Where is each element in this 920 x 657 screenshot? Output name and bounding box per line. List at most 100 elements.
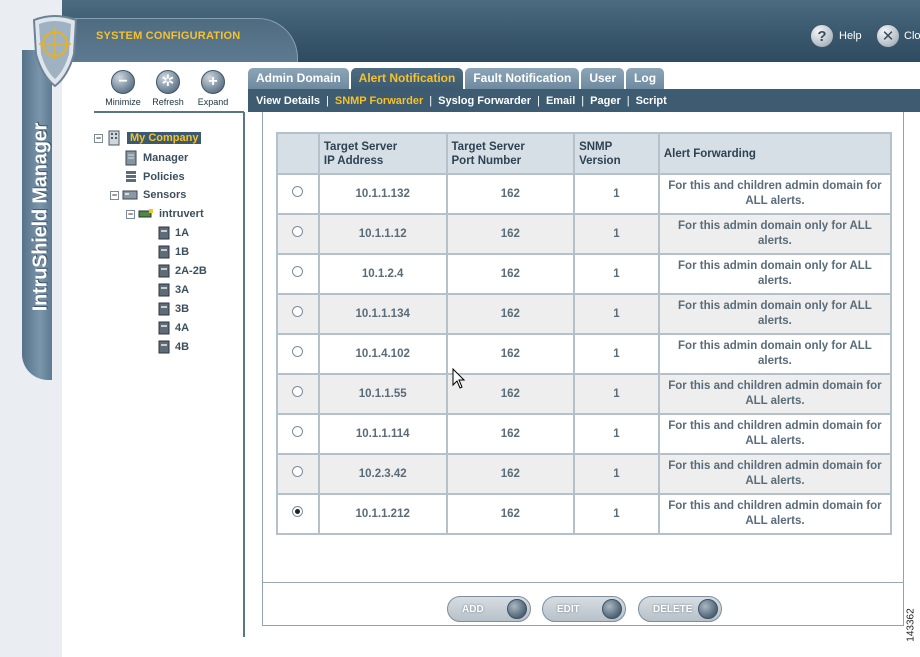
- figure-number-text: 143362: [905, 608, 917, 642]
- ip-cell: 10.1.1.55: [317, 373, 448, 415]
- port-cell: 162: [445, 173, 576, 215]
- subnav-separator: |: [429, 94, 433, 107]
- tree-node-my-company[interactable]: − My Company: [94, 130, 202, 146]
- port-cell: 162: [445, 493, 576, 535]
- row-select-radio[interactable]: [292, 306, 304, 317]
- table-row[interactable]: 10.1.1.12 162 1 For this admin domain on…: [276, 213, 893, 255]
- tree-node-port[interactable]: 4B: [158, 340, 189, 354]
- help-button[interactable]: ? Help: [810, 24, 862, 48]
- subnav-view-details[interactable]: View Details: [256, 95, 320, 107]
- edit-label: EDIT: [557, 603, 580, 615]
- header-text: Target Server: [323, 140, 398, 153]
- row-select-radio[interactable]: [292, 426, 304, 437]
- tab-alert-notification[interactable]: Alert Notification: [350, 68, 464, 89]
- tree-label: 4B: [175, 341, 190, 353]
- subnav-syslog-forwarder[interactable]: Syslog Forwarder: [438, 95, 531, 107]
- port-icon: [158, 264, 170, 278]
- minimize-button[interactable]: − Minimize: [99, 70, 147, 107]
- table-row[interactable]: 10.1.2.4 162 1 For this admin domain onl…: [276, 253, 893, 295]
- subnav-separator: |: [581, 94, 585, 107]
- tab-bar: Admin Domain Alert Notification Fault No…: [248, 68, 665, 89]
- app-title: SYSTEM CONFIGURATION: [96, 30, 241, 42]
- tab-admin-domain[interactable]: Admin Domain: [248, 68, 349, 89]
- port-cell: 162: [445, 213, 576, 255]
- tree-label: 1B: [175, 246, 190, 258]
- tree-node-port[interactable]: 1B: [158, 245, 189, 259]
- table-row[interactable]: 10.1.1.55 162 1 For this and children ad…: [276, 373, 893, 415]
- tree-label: intruvert: [159, 208, 204, 220]
- table-row[interactable]: 10.1.4.102 162 1 For this admin domain o…: [276, 333, 893, 375]
- row-select-radio[interactable]: [292, 506, 304, 517]
- close-button[interactable]: ✕ Clo: [876, 24, 920, 48]
- tab-user[interactable]: User: [581, 68, 625, 89]
- row-select-radio[interactable]: [292, 226, 304, 237]
- snmp-forwarder-table: Target Server IP Address Target Server Por…: [276, 132, 893, 535]
- tree-node-sensors[interactable]: − Sensors: [110, 188, 186, 202]
- expand-button[interactable]: + Expand: [189, 70, 237, 107]
- row-select-radio[interactable]: [292, 266, 304, 277]
- edit-button[interactable]: EDIT: [542, 596, 626, 622]
- table-row[interactable]: 10.2.3.42 162 1 For this and children ad…: [276, 453, 893, 495]
- figure-number: 143362: [904, 600, 918, 650]
- tree-node-intruvert[interactable]: − intruvert: [126, 207, 204, 221]
- subnav-pager[interactable]: Pager: [590, 95, 621, 107]
- ip-column-header: Target Server IP Address: [317, 132, 448, 175]
- header-text: Port Number: [451, 154, 522, 167]
- tree-node-port[interactable]: 4A: [158, 321, 189, 335]
- button-knob-icon: [507, 599, 527, 619]
- collapse-icon[interactable]: −: [126, 209, 135, 219]
- tree-node-policies[interactable]: Policies: [124, 169, 185, 185]
- table-row[interactable]: 10.1.1.132 162 1 For this and children a…: [276, 173, 893, 215]
- tree-node-port[interactable]: 1A: [158, 226, 189, 240]
- header-text: Target Server: [451, 140, 525, 153]
- forwarding-cell: For this admin domain only for ALL alert…: [657, 213, 893, 255]
- row-select-radio[interactable]: [292, 386, 304, 397]
- ip-cell: 10.1.1.132: [317, 173, 448, 215]
- refresh-button[interactable]: ✲ Refresh: [144, 70, 192, 107]
- delete-button[interactable]: DELETE: [638, 596, 722, 622]
- subnav-separator: |: [537, 94, 540, 107]
- sensors-icon: [122, 190, 138, 200]
- subnav-snmp-forwarder[interactable]: SNMP Forwarder: [335, 95, 423, 107]
- server-icon: [125, 150, 137, 166]
- tree-label: 1A: [175, 227, 190, 239]
- collapse-icon[interactable]: −: [94, 133, 103, 143]
- tree-node-port[interactable]: 2A-2B: [158, 264, 207, 278]
- forwarding-cell: For this and children admin domain for A…: [657, 173, 893, 215]
- tree-label: My Company: [127, 132, 202, 144]
- row-select-radio[interactable]: [292, 466, 304, 477]
- collapse-icon[interactable]: −: [110, 190, 119, 200]
- select-cell: [276, 373, 320, 415]
- shield-logo-icon: [32, 15, 78, 88]
- header-text: SNMP: [579, 140, 613, 153]
- port-icon: [158, 226, 170, 240]
- row-select-radio[interactable]: [292, 346, 304, 357]
- close-icon: ✕: [876, 24, 900, 48]
- forwarding-cell: For this and children admin domain for A…: [657, 493, 893, 535]
- table-header-row: Target Server IP Address Target Server Por…: [276, 132, 893, 175]
- tree-node-manager[interactable]: Manager: [124, 150, 188, 166]
- tree-node-port[interactable]: 3A: [158, 283, 189, 297]
- header-text: Version: [579, 154, 621, 167]
- refresh-label: Refresh: [152, 97, 184, 107]
- row-select-radio[interactable]: [292, 186, 304, 197]
- table-row[interactable]: 10.1.1.114 162 1 For this and children a…: [276, 413, 893, 455]
- tab-log[interactable]: Log: [626, 68, 665, 89]
- subnav-email[interactable]: Email: [546, 95, 575, 107]
- policy-icon: [126, 171, 136, 182]
- help-icon: ?: [810, 24, 834, 48]
- add-button[interactable]: ADD: [447, 596, 531, 622]
- ip-cell: 10.1.1.114: [317, 413, 448, 455]
- tree-label: Manager: [143, 152, 189, 164]
- version-cell: 1: [573, 413, 660, 455]
- tree-node-port[interactable]: 3B: [158, 302, 189, 316]
- sensor-device-icon: [138, 209, 153, 218]
- close-label: Clo: [904, 30, 920, 42]
- table-row[interactable]: 10.1.1.134 162 1 For this admin domain o…: [276, 293, 893, 335]
- mouse-pointer-icon: [452, 368, 466, 389]
- header-text: IP Address: [323, 154, 384, 167]
- tab-fault-notification[interactable]: Fault Notification: [465, 68, 580, 89]
- table-row[interactable]: 10.1.1.212 162 1 For this and children a…: [276, 493, 893, 535]
- subnav-script[interactable]: Script: [636, 95, 667, 107]
- version-cell: 1: [573, 213, 660, 255]
